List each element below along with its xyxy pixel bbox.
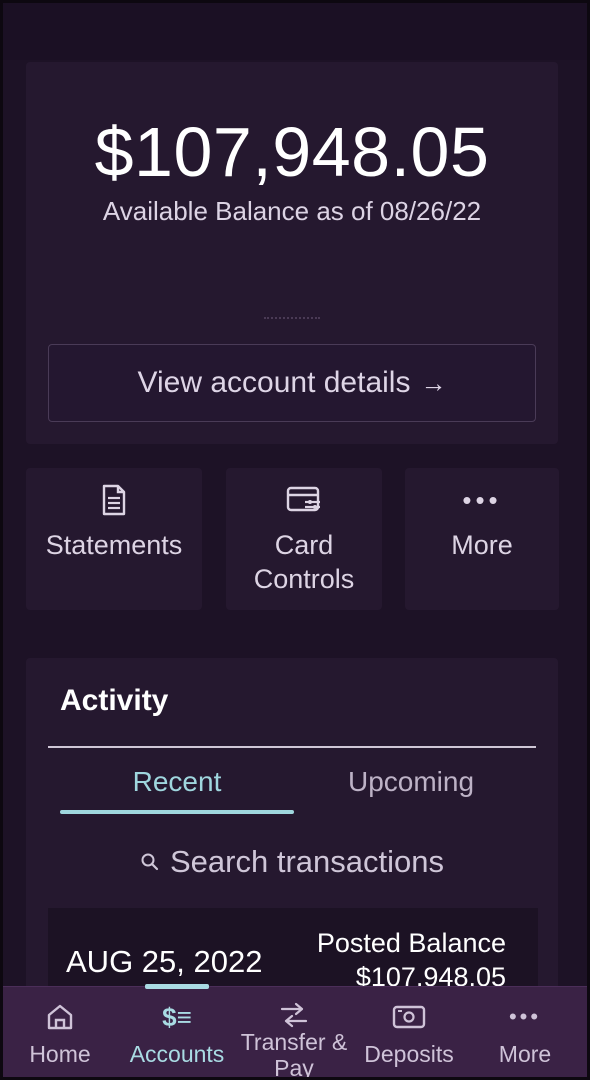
arrow-right-icon: → [420, 367, 447, 398]
posted-balance-label: Posted Balance [316, 928, 506, 958]
nav-deposits-label: Deposits [364, 1041, 454, 1067]
more-dots-icon: ••• [508, 1004, 542, 1029]
home-icon [45, 1001, 75, 1033]
carousel-pager[interactable] [264, 317, 320, 319]
view-account-details-label: View account details [137, 366, 411, 399]
available-balance-caption: Available Balance as of 08/26/22 [102, 196, 482, 226]
nav-transfer-label-line1: Transfer & [240, 1029, 348, 1055]
card-controls-button[interactable]: Card Controls [226, 468, 382, 610]
accounts-screen: $107,948.05 Available Balance as of 08/2… [0, 0, 590, 1080]
search-transactions-input[interactable]: Search transactions [26, 844, 558, 880]
search-placeholder: Search transactions [170, 844, 444, 879]
more-actions-label: More [451, 530, 513, 560]
status-bar-area [0, 0, 590, 60]
activity-divider [48, 746, 536, 748]
tab-selected-indicator [60, 810, 294, 814]
nav-item-transfer-pay[interactable]: Transfer & Pay [232, 987, 356, 1080]
card-controls-icon [286, 482, 322, 518]
activity-card: Activity Recent Upcoming Search transact… [26, 658, 558, 1008]
nav-home-label: Home [29, 1041, 91, 1067]
nav-more-label: More [498, 1041, 552, 1067]
nav-item-accounts[interactable]: $≡ Accounts [118, 987, 236, 1080]
search-icon [140, 852, 160, 872]
statements-button[interactable]: Statements [26, 468, 202, 610]
nav-accounts-label: Accounts [129, 1041, 225, 1067]
more-dots-icon: ••• [462, 484, 502, 515]
transaction-date: AUG 25, 2022 [66, 944, 263, 979]
card-controls-label-line2: Controls [253, 564, 355, 594]
accounts-icon: $≡ [162, 1001, 192, 1032]
nav-item-more[interactable]: ••• More [482, 987, 568, 1080]
card-controls-label: Card Controls [254, 528, 355, 596]
bottom-navigation: Home $≡ Accounts Transfer & Pay Deposits… [0, 986, 590, 1080]
nav-selected-indicator [145, 984, 209, 989]
deposit-check-icon [392, 1001, 426, 1033]
more-actions-button[interactable]: ••• More [405, 468, 559, 610]
balance-card: $107,948.05 Available Balance as of 08/2… [26, 62, 558, 444]
card-controls-label-line1: Card [274, 530, 334, 560]
statements-label: Statements [45, 530, 183, 560]
activity-title: Activity [60, 684, 169, 717]
transfer-arrows-icon [276, 1001, 312, 1029]
nav-item-home[interactable]: Home [18, 987, 102, 1080]
view-account-details-button[interactable]: View account details → [48, 344, 536, 422]
tab-recent[interactable]: Recent [60, 766, 294, 798]
nav-item-deposits[interactable]: Deposits [354, 987, 464, 1080]
nav-transfer-label: Transfer & Pay [241, 1029, 348, 1080]
document-icon [101, 482, 127, 518]
tab-upcoming[interactable]: Upcoming [294, 766, 528, 798]
nav-transfer-label-line2: Pay [274, 1055, 314, 1080]
available-balance-amount: $107,948.05 [94, 113, 490, 191]
